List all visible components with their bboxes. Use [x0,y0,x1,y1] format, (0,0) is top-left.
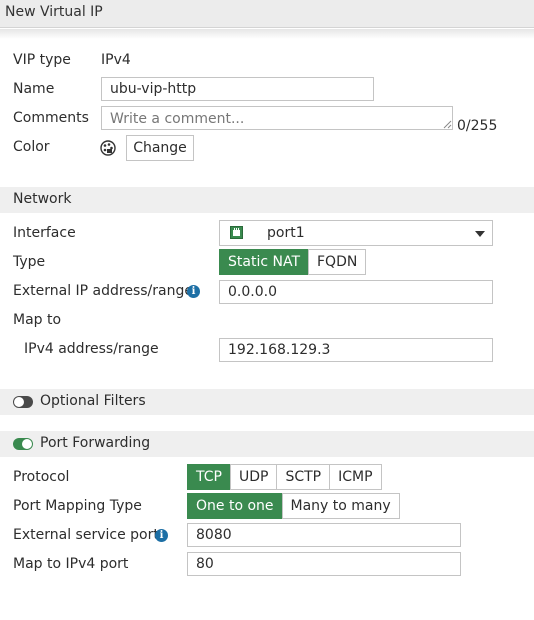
mapping-option-one-to-one[interactable]: One to one [187,493,283,519]
mapping-option-many-to-many[interactable]: Many to many [281,493,400,519]
port-forwarding-section-header: Port Forwarding [0,431,534,457]
interface-select-value: port1 [267,225,305,241]
external-port-input[interactable] [187,523,461,547]
name-input[interactable] [101,77,374,101]
type-toggle-group: Static NAT FQDN [219,249,367,275]
network-port-icon [230,226,243,239]
external-ip-input[interactable] [219,280,493,304]
protocol-option-tcp[interactable]: TCP [187,464,231,490]
network-section-title: Network [13,191,72,207]
resize-handle-icon[interactable] [443,120,452,129]
external-ip-label: External IP address/range [13,283,193,299]
vip-type-value: IPv4 [101,52,131,68]
port-forwarding-title: Port Forwarding [40,435,151,451]
type-option-fqdn[interactable]: FQDN [308,249,367,275]
comments-textarea[interactable] [101,106,453,130]
info-icon[interactable]: i [155,529,168,542]
type-option-static-nat[interactable]: Static NAT [219,249,309,275]
protocol-option-udp[interactable]: UDP [229,464,278,490]
protocol-option-icmp[interactable]: ICMP [329,464,382,490]
interface-label: Interface [13,225,76,241]
title-shadow [0,29,534,39]
type-label: Type [13,254,46,270]
comments-counter: 0/255 [457,118,498,134]
toggle-knob [14,397,24,407]
ipv4-range-label: IPv4 address/range [24,341,159,357]
window-title-bar: New Virtual IP [0,0,534,28]
network-section-header: Network [0,187,534,213]
name-label: Name [13,81,55,97]
palette-icon [100,140,116,156]
protocol-toggle-group: TCP UDP SCTP ICMP [187,464,382,490]
external-port-label: External service port [13,527,159,543]
map-to-label: Map to [13,312,62,328]
map-port-input[interactable] [187,552,461,576]
map-port-label: Map to IPv4 port [13,556,129,572]
ipv4-range-input[interactable] [219,338,493,362]
port-forwarding-toggle[interactable] [13,438,33,450]
port-mapping-toggle-group: One to one Many to many [187,493,400,519]
comments-label: Comments [13,110,89,126]
change-color-button[interactable]: Change [126,135,194,161]
vip-type-label: VIP type [13,52,71,68]
chevron-down-icon [475,231,485,237]
optional-filters-toggle[interactable] [13,396,33,408]
window-title: New Virtual IP [5,4,103,20]
interface-select[interactable]: port1 [219,220,493,246]
protocol-label: Protocol [13,469,70,485]
info-icon[interactable]: i [187,285,200,298]
port-mapping-type-label: Port Mapping Type [13,498,142,514]
color-label: Color [13,139,50,155]
optional-filters-title: Optional Filters [40,393,146,409]
toggle-knob [22,439,32,449]
optional-filters-section-header: Optional Filters [0,389,534,415]
protocol-option-sctp[interactable]: SCTP [276,464,331,490]
